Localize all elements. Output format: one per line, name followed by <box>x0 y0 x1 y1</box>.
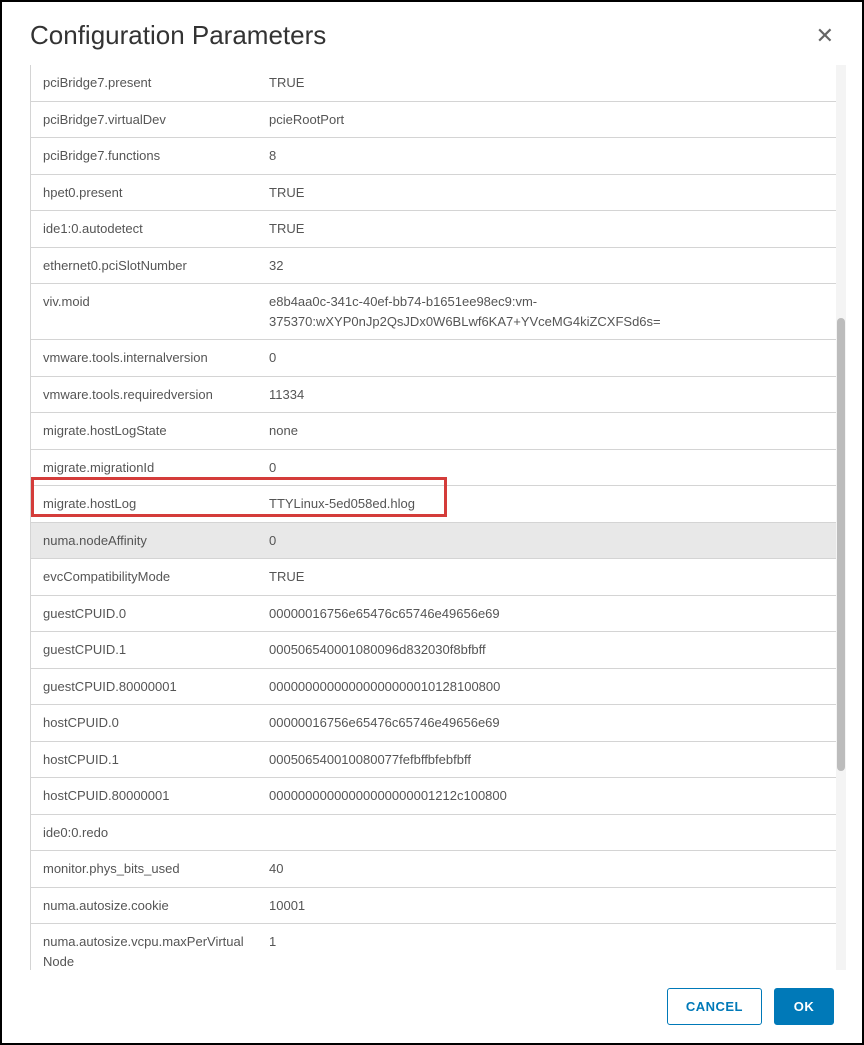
table-row[interactable]: migrate.hostLogTTYLinux-5ed058ed.hlog <box>31 486 836 523</box>
table-row[interactable]: vmware.tools.requiredversion11334 <box>31 376 836 413</box>
param-value: 0 <box>257 522 836 559</box>
param-key: evcCompatibilityMode <box>31 559 257 596</box>
param-key: numa.autosize.vcpu.maxPerVirtualNode <box>31 924 257 971</box>
param-value: TRUE <box>257 174 836 211</box>
dialog-footer: CANCEL OK <box>2 970 862 1043</box>
cancel-button[interactable]: CANCEL <box>667 988 762 1025</box>
table-row[interactable]: migrate.hostLogStatenone <box>31 413 836 450</box>
table-row[interactable]: evcCompatibilityModeTRUE <box>31 559 836 596</box>
table-row[interactable]: hpet0.presentTRUE <box>31 174 836 211</box>
table-row[interactable]: guestCPUID.000000016756e65476c65746e4965… <box>31 595 836 632</box>
table-row[interactable]: numa.autosize.cookie10001 <box>31 887 836 924</box>
table-row[interactable]: vmware.tools.internalversion0 <box>31 340 836 377</box>
param-value: 00000016756e65476c65746e49656e69 <box>257 705 836 742</box>
table-row[interactable]: ide1:0.autodetectTRUE <box>31 211 836 248</box>
param-value: none <box>257 413 836 450</box>
param-value: pcieRootPort <box>257 101 836 138</box>
param-value: 00000000000000000000001212c100800 <box>257 778 836 815</box>
param-key: migrate.migrationId <box>31 449 257 486</box>
param-key: monitor.phys_bits_used <box>31 851 257 888</box>
param-value: TTYLinux-5ed058ed.hlog <box>257 486 836 523</box>
param-value: e8b4aa0c-341c-40ef-bb74-b1651ee98ec9:vm-… <box>257 284 836 340</box>
scrollbar-thumb[interactable] <box>837 318 845 771</box>
dialog-body: pciBridge7.presentTRUEpciBridge7.virtual… <box>2 65 862 970</box>
param-key: numa.nodeAffinity <box>31 522 257 559</box>
param-key: hostCPUID.0 <box>31 705 257 742</box>
table-row[interactable]: pciBridge7.virtualDevpcieRootPort <box>31 101 836 138</box>
table-row[interactable]: hostCPUID.1000506540010080077fefbffbfebf… <box>31 741 836 778</box>
param-value: 0 <box>257 449 836 486</box>
param-key: hostCPUID.80000001 <box>31 778 257 815</box>
table-row[interactable]: guestCPUID.80000001000000000000000000000… <box>31 668 836 705</box>
params-table: pciBridge7.presentTRUEpciBridge7.virtual… <box>31 65 836 970</box>
param-value: 0 <box>257 340 836 377</box>
param-key: numa.autosize.cookie <box>31 887 257 924</box>
param-key: pciBridge7.present <box>31 65 257 101</box>
param-key: vmware.tools.internalversion <box>31 340 257 377</box>
scrollbar-track[interactable] <box>836 65 846 970</box>
param-key: vmware.tools.requiredversion <box>31 376 257 413</box>
param-key: migrate.hostLogState <box>31 413 257 450</box>
param-value: 1 <box>257 924 836 971</box>
dialog-header: Configuration Parameters ✕ <box>2 2 862 65</box>
param-value: 32 <box>257 247 836 284</box>
dialog-title: Configuration Parameters <box>30 20 326 51</box>
table-row[interactable]: hostCPUID.000000016756e65476c65746e49656… <box>31 705 836 742</box>
table-row[interactable]: numa.autosize.vcpu.maxPerVirtualNode1 <box>31 924 836 971</box>
param-value <box>257 814 836 851</box>
table-row[interactable]: ethernet0.pciSlotNumber32 <box>31 247 836 284</box>
param-key: ethernet0.pciSlotNumber <box>31 247 257 284</box>
param-key: migrate.hostLog <box>31 486 257 523</box>
param-value: TRUE <box>257 559 836 596</box>
config-params-dialog: Configuration Parameters ✕ pciBridge7.pr… <box>0 0 864 1045</box>
param-key: guestCPUID.80000001 <box>31 668 257 705</box>
param-value: 000506540001080096d832030f8bfbff <box>257 632 836 669</box>
param-key: ide1:0.autodetect <box>31 211 257 248</box>
param-key: hpet0.present <box>31 174 257 211</box>
param-key: viv.moid <box>31 284 257 340</box>
table-row[interactable]: guestCPUID.1000506540001080096d832030f8b… <box>31 632 836 669</box>
param-value: TRUE <box>257 65 836 101</box>
param-key: ide0:0.redo <box>31 814 257 851</box>
table-row[interactable]: monitor.phys_bits_used40 <box>31 851 836 888</box>
param-value: 8 <box>257 138 836 175</box>
table-row[interactable]: ide0:0.redo <box>31 814 836 851</box>
param-key: pciBridge7.functions <box>31 138 257 175</box>
param-value: 00000016756e65476c65746e49656e69 <box>257 595 836 632</box>
close-icon[interactable]: ✕ <box>816 25 834 47</box>
param-value: 11334 <box>257 376 836 413</box>
param-value: TRUE <box>257 211 836 248</box>
param-key: hostCPUID.1 <box>31 741 257 778</box>
param-value: 10001 <box>257 887 836 924</box>
params-table-wrap: pciBridge7.presentTRUEpciBridge7.virtual… <box>30 65 836 970</box>
table-row[interactable]: pciBridge7.presentTRUE <box>31 65 836 101</box>
param-key: pciBridge7.virtualDev <box>31 101 257 138</box>
param-key: guestCPUID.1 <box>31 632 257 669</box>
table-row[interactable]: viv.moide8b4aa0c-341c-40ef-bb74-b1651ee9… <box>31 284 836 340</box>
param-value: 00000000000000000000010128100800 <box>257 668 836 705</box>
table-row[interactable]: pciBridge7.functions8 <box>31 138 836 175</box>
param-value: 40 <box>257 851 836 888</box>
table-row[interactable]: migrate.migrationId0 <box>31 449 836 486</box>
param-value: 000506540010080077fefbffbfebfbff <box>257 741 836 778</box>
param-key: guestCPUID.0 <box>31 595 257 632</box>
ok-button[interactable]: OK <box>774 988 834 1025</box>
table-row[interactable]: numa.nodeAffinity0 <box>31 522 836 559</box>
table-row[interactable]: hostCPUID.800000010000000000000000000000… <box>31 778 836 815</box>
